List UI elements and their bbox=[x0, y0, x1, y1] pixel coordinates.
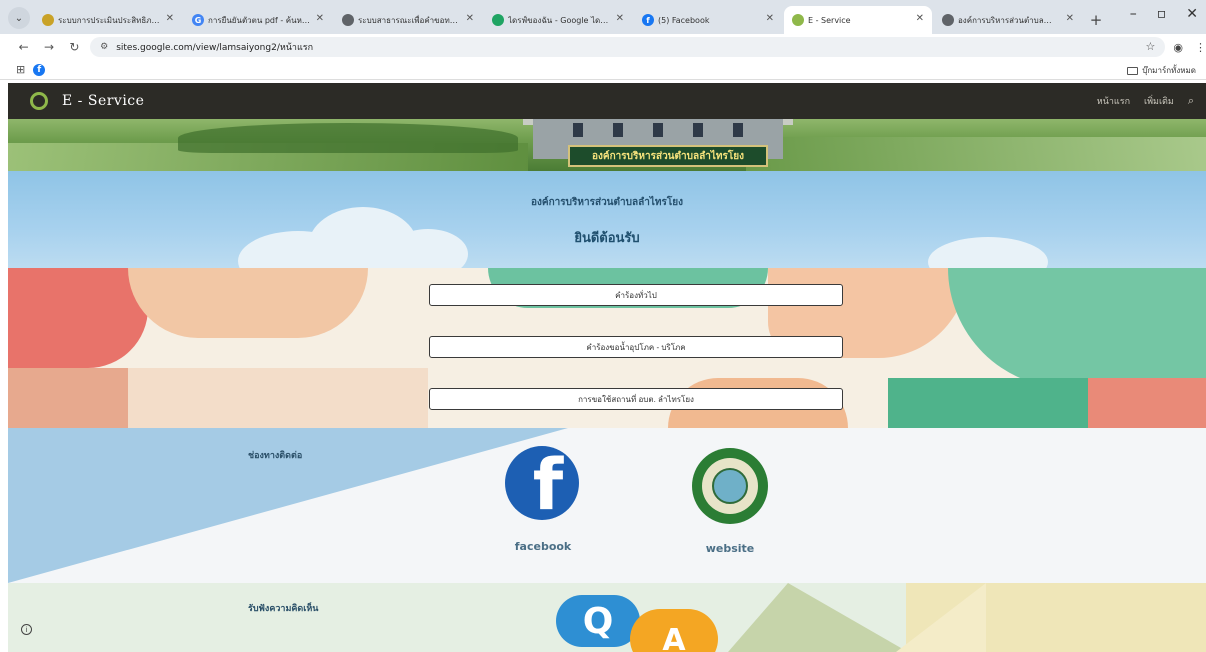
seal-center bbox=[712, 468, 748, 504]
hero-banner: องค์การบริหารส่วนตำบลลำไทรโยง bbox=[8, 119, 1206, 171]
site-info-icon[interactable]: ⚙ bbox=[100, 42, 108, 52]
decor-shape bbox=[948, 268, 1206, 388]
decor-shape bbox=[896, 583, 986, 652]
qa-q-icon[interactable]: Q bbox=[556, 595, 640, 647]
tab-favicon-icon bbox=[42, 14, 54, 26]
decor-shape bbox=[728, 583, 908, 652]
browser-tab[interactable]: f (5) Facebook ✕ bbox=[634, 6, 782, 34]
services-section: คำร้องทั่วไป คำร้องขอน้ำอุปโภค - บริโภค … bbox=[8, 268, 1206, 428]
browser-tab[interactable]: E - Service ✕ bbox=[784, 6, 932, 34]
url-text: sites.google.com/view/lamsaiyong2/หน้าแร… bbox=[116, 43, 314, 53]
site-header: E - Service หน้าแรก เพิ่มเติม ⌕ bbox=[8, 83, 1206, 119]
browser-tab[interactable]: G การยืนยันตัวตน pdf - ค้นหาด้วย Go... ✕ bbox=[184, 6, 332, 34]
tab-favicon-icon bbox=[942, 14, 954, 26]
tab-title: การยืนยันตัวตน pdf - ค้นหาด้วย Go... bbox=[208, 15, 310, 25]
url-input[interactable]: ⚙ sites.google.com/view/lamsaiyong2/หน้า… bbox=[90, 37, 1166, 57]
tab-close-icon[interactable]: ✕ bbox=[316, 13, 324, 24]
tab-favicon-icon: G bbox=[192, 14, 204, 26]
tab-strip: ⌄ ระบบการประเมินประสิทธิภาพขององ... ✕ G การ… bbox=[0, 0, 1206, 34]
welcome-heading: ยินดีต้อนรับ bbox=[574, 231, 640, 246]
tab-favicon-icon bbox=[492, 14, 504, 26]
tab-title: ระบบสาธารณะเพื่อคำขอทางอิเล็กทรอนิกส์ Se… bbox=[358, 15, 460, 25]
bookmark-star-icon[interactable]: ☆ bbox=[1146, 40, 1156, 53]
browser-tab[interactable]: ระบบสาธารณะเพื่อคำขอทางอิเล็กทรอนิกส์ Se… bbox=[334, 6, 482, 34]
all-bookmarks-label: บุ๊กมาร์กทั้งหมด bbox=[1142, 66, 1196, 75]
welcome-section: องค์การบริหารส่วนตำบลลำไทรโยง ยินดีต้อนร… bbox=[8, 171, 1206, 268]
browser-tab[interactable]: องค์การบริหารส่วนตำบลลำไทรโยง | ... ✕ bbox=[934, 6, 1082, 34]
window-controls: – ▫ ✕ bbox=[1130, 6, 1198, 22]
qa-a-icon[interactable]: A bbox=[630, 609, 718, 652]
browser-tab[interactable]: ระบบการประเมินประสิทธิภาพขององ... ✕ bbox=[34, 6, 182, 34]
browser-window: ⌄ ระบบการประเมินประสิทธิภาพขององ... ✕ G การ… bbox=[0, 0, 1206, 652]
tab-favicon-icon bbox=[792, 14, 804, 26]
facebook-icon[interactable]: f bbox=[505, 446, 579, 520]
address-bar-row: ← → ↻ ⚙ sites.google.com/view/lamsaiyong… bbox=[0, 34, 1206, 60]
info-icon[interactable]: i bbox=[21, 624, 32, 635]
new-tab-button[interactable]: + bbox=[1084, 6, 1108, 34]
tab-close-icon[interactable]: ✕ bbox=[1066, 13, 1074, 24]
tab-title: ระบบการประเมินประสิทธิภาพขององ... bbox=[58, 15, 160, 25]
general-request-button[interactable]: คำร้องทั่วไป bbox=[429, 284, 843, 306]
banner-field-right bbox=[746, 137, 1206, 171]
tab-title: องค์การบริหารส่วนตำบลลำไทรโยง | ... bbox=[958, 15, 1060, 25]
site-nav: หน้าแรก เพิ่มเติม ⌕ bbox=[1097, 94, 1194, 108]
decor-shape bbox=[8, 368, 128, 428]
site-title[interactable]: E - Service bbox=[62, 93, 144, 109]
contact-heading: ช่องทางติดต่อ bbox=[248, 451, 303, 461]
tab-close-icon[interactable]: ✕ bbox=[916, 13, 924, 24]
search-icon[interactable]: ⌕ bbox=[1188, 94, 1194, 108]
building-window bbox=[733, 123, 743, 137]
browser-tab[interactable]: ไดรฟ์ของฉัน - Google ไดรฟ์ ✕ bbox=[484, 6, 632, 34]
water-request-button[interactable]: คำร้องขอน้ำอุปโภค - บริโภค bbox=[429, 336, 843, 358]
maximize-icon[interactable]: ▫ bbox=[1157, 6, 1167, 22]
decor-shape bbox=[128, 268, 368, 338]
forward-icon[interactable]: → bbox=[39, 40, 58, 54]
reload-icon[interactable]: ↻ bbox=[65, 40, 84, 54]
building-window bbox=[693, 123, 703, 137]
tab-title: E - Service bbox=[808, 15, 851, 25]
venue-request-button[interactable]: การขอใช้สถานที่ อบต. ลำไทรโยง bbox=[429, 388, 843, 410]
tab-title: ไดรฟ์ของฉัน - Google ไดรฟ์ bbox=[508, 15, 610, 25]
banner-trees bbox=[178, 123, 518, 153]
tab-list: ระบบการประเมินประสิทธิภาพขององ... ✕ G การยื… bbox=[34, 6, 1084, 34]
all-bookmarks-button[interactable]: บุ๊กมาร์กทั้งหมด bbox=[1127, 64, 1196, 77]
toolbar-right: ◉ ⋮ bbox=[1173, 41, 1206, 54]
back-icon[interactable]: ← bbox=[14, 40, 33, 54]
tab-title: (5) Facebook bbox=[658, 15, 710, 25]
org-seal-icon[interactable] bbox=[692, 448, 768, 524]
tab-close-icon[interactable]: ✕ bbox=[166, 13, 174, 24]
bookmarks-bar: ⊞ f บุ๊กมาร์กทั้งหมด bbox=[0, 60, 1206, 80]
building-window bbox=[653, 123, 663, 137]
tab-close-icon[interactable]: ✕ bbox=[616, 13, 624, 24]
facebook-bookmark-icon[interactable]: f bbox=[33, 63, 46, 76]
site-logo-icon[interactable] bbox=[30, 92, 48, 110]
kebab-menu-icon[interactable]: ⋮ bbox=[1195, 41, 1206, 54]
minimize-icon[interactable]: – bbox=[1130, 6, 1137, 22]
folder-icon bbox=[1127, 66, 1139, 75]
close-window-icon[interactable]: ✕ bbox=[1186, 6, 1198, 22]
tab-favicon-icon bbox=[342, 14, 354, 26]
banner-sign: องค์การบริหารส่วนตำบลลำไทรโยง bbox=[568, 145, 768, 167]
profile-icon[interactable]: ◉ bbox=[1173, 41, 1183, 54]
website-link[interactable]: website bbox=[692, 542, 768, 555]
org-name: องค์การบริหารส่วนตำบลลำไทรโยง bbox=[531, 197, 683, 208]
building-window bbox=[613, 123, 623, 137]
facebook-link[interactable]: facebook bbox=[506, 540, 580, 553]
nav-home-link[interactable]: หน้าแรก bbox=[1097, 94, 1130, 108]
apps-grid-icon[interactable]: ⊞ bbox=[16, 63, 25, 76]
decor-shape bbox=[8, 268, 148, 368]
tab-favicon-icon: f bbox=[642, 14, 654, 26]
feedback-section: รับฟังความคิดเห็น Q A bbox=[8, 583, 1206, 652]
contact-section: ช่องทางติดต่อ f facebook website bbox=[8, 428, 1206, 583]
building-window bbox=[573, 123, 583, 137]
tab-search-button[interactable]: ⌄ bbox=[8, 7, 30, 29]
decor-shape bbox=[1088, 378, 1206, 428]
seal-inner bbox=[702, 458, 758, 514]
tab-close-icon[interactable]: ✕ bbox=[766, 13, 774, 24]
nav-more-link[interactable]: เพิ่มเติม bbox=[1144, 94, 1174, 108]
feedback-heading: รับฟังความคิดเห็น bbox=[248, 604, 319, 614]
tab-close-icon[interactable]: ✕ bbox=[466, 13, 474, 24]
